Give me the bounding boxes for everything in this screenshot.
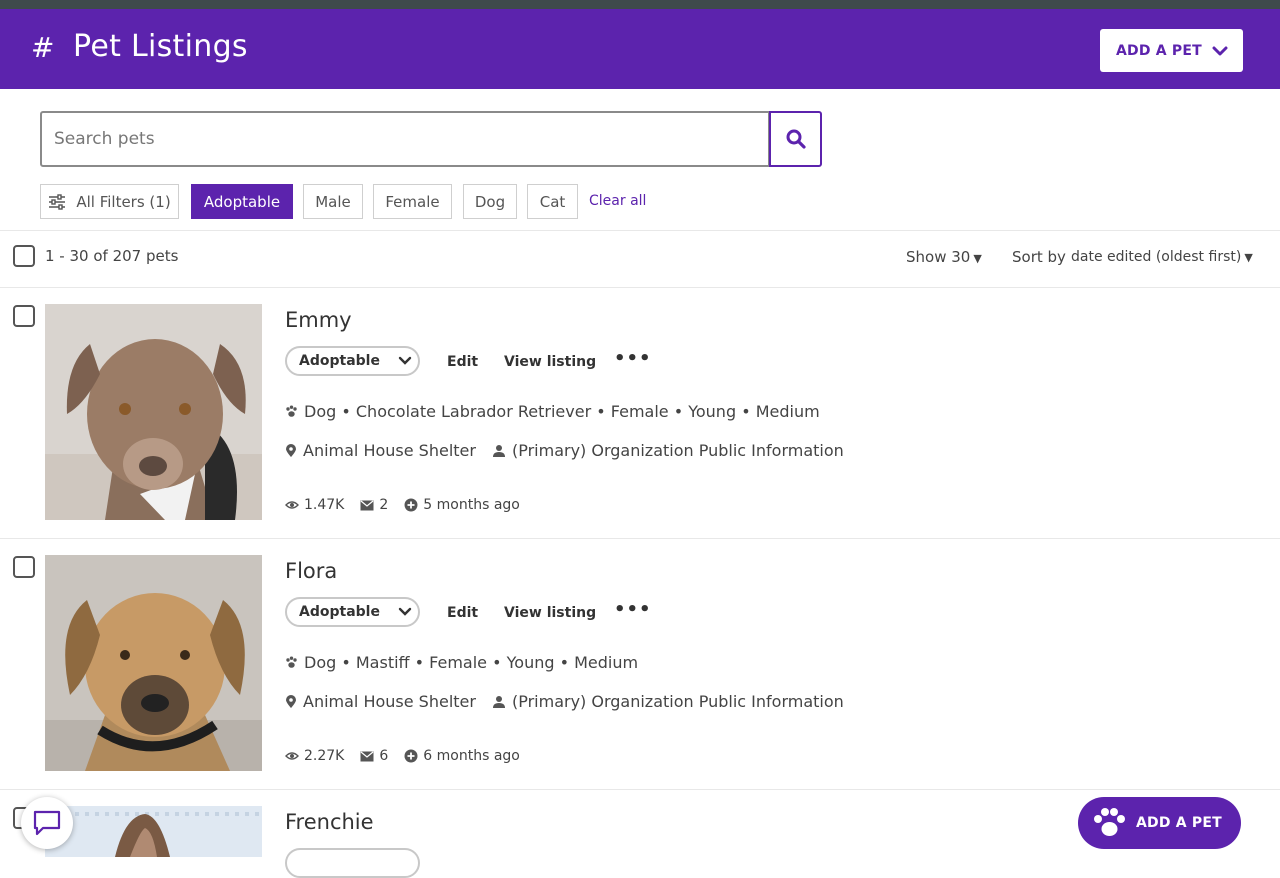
pet-photo[interactable] <box>45 806 262 857</box>
edit-link[interactable]: Edit <box>447 605 478 621</box>
views-count: 1.47K <box>304 497 345 513</box>
plus-circle-icon <box>404 749 418 763</box>
chat-icon <box>33 810 61 836</box>
status-dropdown[interactable]: Adoptable <box>285 346 420 376</box>
status-dropdown[interactable]: Adoptable <box>285 597 420 627</box>
status-label: Adoptable <box>299 353 380 369</box>
chip-adoptable[interactable]: Adoptable <box>191 184 293 219</box>
page-title: Pet Listings <box>73 29 248 64</box>
messages-count: 2 <box>379 497 389 513</box>
pet-stats: 2.27K 6 6 months ago <box>285 748 536 764</box>
sort-dropdown[interactable]: date edited (oldest first) ▼ <box>1071 249 1253 265</box>
pet-photo[interactable] <box>45 304 262 520</box>
person-icon <box>492 444 505 457</box>
paw-icon <box>1094 808 1125 836</box>
pet-name[interactable]: Frenchie <box>285 810 374 834</box>
chevron-down-icon <box>398 356 412 365</box>
added-time: 6 months ago <box>423 748 520 764</box>
chevron-down-icon: ▼ <box>973 252 982 265</box>
all-filters-button[interactable]: All Filters (1) <box>40 184 179 219</box>
status-label: Adoptable <box>299 604 380 620</box>
add-a-pet-dropdown-button[interactable]: ADD A PET <box>1100 29 1243 72</box>
pet-details-text: Dog • Mastiff • Female • Young • Medium <box>304 653 639 672</box>
views-count: 2.27K <box>304 748 345 764</box>
pet-stats: 1.47K 2 5 months ago <box>285 497 536 513</box>
paw-icon <box>286 405 297 417</box>
search-field <box>40 111 770 167</box>
location-pin-icon <box>286 694 296 708</box>
chat-button[interactable] <box>21 797 73 849</box>
add-a-pet-label: ADD A PET <box>1116 42 1202 59</box>
search-icon <box>786 129 806 149</box>
messages-count: 6 <box>379 748 389 764</box>
chevron-down-icon <box>398 607 412 616</box>
hash-icon: # <box>31 31 55 64</box>
envelope-icon <box>360 751 374 761</box>
edit-link[interactable]: Edit <box>447 354 478 370</box>
envelope-icon <box>360 500 374 510</box>
chip-dog[interactable]: Dog <box>463 184 517 219</box>
plus-circle-icon <box>404 498 418 512</box>
chevron-down-icon: ▼ <box>1244 251 1253 264</box>
pet-select-checkbox[interactable] <box>13 556 35 578</box>
contact-name: (Primary) Organization Public Informatio… <box>511 441 844 460</box>
person-icon <box>492 695 505 708</box>
sort-value: date edited (oldest first) <box>1071 249 1242 265</box>
pet-location-row: Animal House Shelter (Primary) Organizat… <box>285 441 844 460</box>
views-stat: 1.47K <box>285 497 344 513</box>
shelter-name: Animal House Shelter <box>303 441 476 460</box>
pet-details-text: Dog • Chocolate Labrador Retriever • Fem… <box>304 402 820 421</box>
chip-female[interactable]: Female <box>373 184 452 219</box>
more-options-icon[interactable]: ••• <box>614 599 652 620</box>
clear-all-link[interactable]: Clear all <box>589 193 646 209</box>
page-header: # Pet Listings ADD A PET <box>0 9 1280 89</box>
results-count: 1 - 30 of 207 pets <box>45 247 179 265</box>
chip-cat[interactable]: Cat <box>527 184 578 219</box>
contact-name: (Primary) Organization Public Informatio… <box>511 692 844 711</box>
added-stat: 5 months ago <box>404 497 520 513</box>
browser-top-strip <box>0 0 1280 9</box>
paw-icon <box>286 656 297 668</box>
sort-label: Sort by <box>1012 248 1066 266</box>
messages-stat: 2 <box>360 497 388 513</box>
divider <box>0 230 1280 231</box>
messages-stat: 6 <box>360 748 388 764</box>
eye-icon <box>285 752 299 760</box>
location-pin-icon <box>286 443 296 457</box>
views-stat: 2.27K <box>285 748 344 764</box>
shelter-name: Animal House Shelter <box>303 692 476 711</box>
added-stat: 6 months ago <box>404 748 520 764</box>
pet-details: Dog • Chocolate Labrador Retriever • Fem… <box>285 402 820 421</box>
pet-row: Emmy Adoptable Edit View listing ••• Dog… <box>0 288 1280 538</box>
select-all-checkbox[interactable] <box>13 245 35 267</box>
chip-male[interactable]: Male <box>303 184 363 219</box>
chevron-down-icon <box>1212 46 1228 55</box>
pet-location-row: Animal House Shelter (Primary) Organizat… <box>285 692 844 711</box>
pet-details: Dog • Mastiff • Female • Young • Medium <box>285 653 638 672</box>
search-input[interactable] <box>54 129 734 149</box>
view-listing-link[interactable]: View listing <box>504 605 596 621</box>
pet-name[interactable]: Emmy <box>285 308 352 332</box>
pet-row: Flora Adoptable Edit View listing ••• Do… <box>0 539 1280 789</box>
sliders-icon <box>49 193 66 210</box>
show-per-page-dropdown[interactable]: Show 30 ▼ <box>906 248 982 266</box>
add-a-pet-floating-button[interactable]: ADD A PET <box>1078 797 1241 849</box>
added-time: 5 months ago <box>423 497 520 513</box>
search-button[interactable] <box>769 111 822 167</box>
more-options-icon[interactable]: ••• <box>614 348 652 369</box>
pet-photo[interactable] <box>45 555 262 771</box>
eye-icon <box>285 501 299 509</box>
fab-label: ADD A PET <box>1136 815 1222 831</box>
all-filters-label: All Filters (1) <box>76 192 171 211</box>
pet-select-checkbox[interactable] <box>13 305 35 327</box>
show-per-page-label: Show 30 <box>906 248 971 266</box>
view-listing-link[interactable]: View listing <box>504 354 596 370</box>
status-dropdown[interactable] <box>285 848 420 878</box>
pet-name[interactable]: Flora <box>285 559 337 583</box>
